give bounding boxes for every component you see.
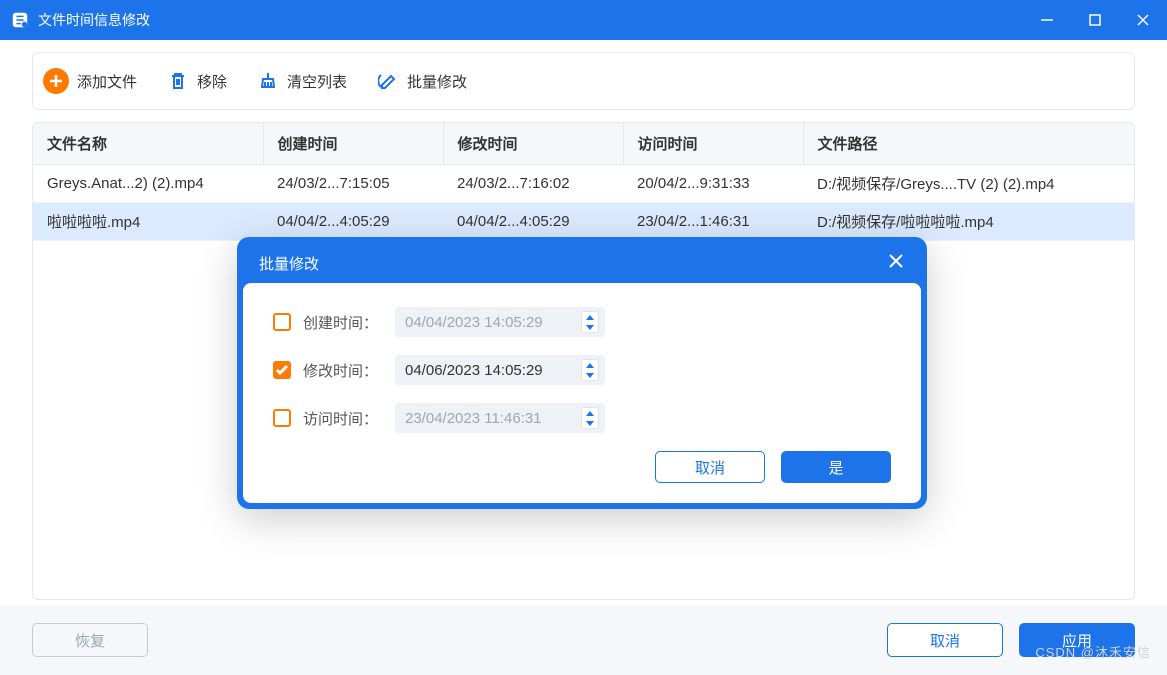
- table-row[interactable]: Greys.Anat...2) (2).mp4 24/03/2...7:15:0…: [33, 165, 1134, 203]
- ctime-input[interactable]: 04/04/2023 14:05:29: [395, 307, 605, 337]
- mtime-input[interactable]: 04/06/2023 14:05:29: [395, 355, 605, 385]
- atime-spinner[interactable]: [581, 407, 599, 429]
- close-button[interactable]: [1119, 0, 1167, 40]
- clear-list-button[interactable]: 清空列表: [257, 70, 347, 92]
- dialog-close-button[interactable]: [887, 252, 905, 274]
- dialog-ok-button[interactable]: 是: [781, 451, 891, 483]
- table-row[interactable]: 啦啦啦啦.mp4 04/04/2...4:05:29 04/04/2...4:0…: [33, 203, 1134, 241]
- header-mtime[interactable]: 修改时间: [443, 123, 623, 165]
- watermark-text: CSDN @沐禾安信: [1035, 642, 1151, 661]
- cell-name: 啦啦啦啦.mp4: [33, 203, 263, 241]
- cell-path: D:/视频保存/Greys....TV (2) (2).mp4: [803, 165, 1134, 203]
- trash-icon: [167, 70, 189, 92]
- dialog-cancel-button[interactable]: 取消: [655, 451, 765, 483]
- minimize-button[interactable]: [1023, 0, 1071, 40]
- plus-icon: [43, 68, 69, 94]
- remove-button[interactable]: 移除: [167, 70, 227, 92]
- header-atime[interactable]: 访问时间: [623, 123, 803, 165]
- toolbar: 添加文件 移除 清空列表 批量修改: [32, 52, 1135, 110]
- cell-ctime: 24/03/2...7:15:05: [263, 165, 443, 203]
- title-bar: 文件时间信息修改: [0, 0, 1167, 40]
- broom-icon: [257, 70, 279, 92]
- mtime-label: 修改时间：: [303, 360, 383, 381]
- ctime-checkbox[interactable]: [273, 313, 291, 331]
- atime-value: 23/04/2023 11:46:31: [405, 410, 575, 427]
- batch-edit-button[interactable]: 批量修改: [377, 70, 467, 92]
- add-file-label: 添加文件: [77, 71, 137, 92]
- remove-label: 移除: [197, 71, 227, 92]
- cancel-button[interactable]: 取消: [887, 623, 1003, 657]
- atime-label: 访问时间：: [303, 408, 383, 429]
- cell-mtime: 04/04/2...4:05:29: [443, 203, 623, 241]
- cell-atime: 20/04/2...9:31:33: [623, 165, 803, 203]
- clear-list-label: 清空列表: [287, 71, 347, 92]
- atime-input[interactable]: 23/04/2023 11:46:31: [395, 403, 605, 433]
- mtime-spinner[interactable]: [581, 359, 599, 381]
- ctime-spinner[interactable]: [581, 311, 599, 333]
- header-filename[interactable]: 文件名称: [33, 123, 263, 165]
- header-path[interactable]: 文件路径: [803, 123, 1134, 165]
- window-title: 文件时间信息修改: [38, 10, 1023, 30]
- cell-atime: 23/04/2...1:46:31: [623, 203, 803, 241]
- dialog-title: 批量修改: [259, 253, 319, 274]
- cell-mtime: 24/03/2...7:16:02: [443, 165, 623, 203]
- add-file-button[interactable]: 添加文件: [43, 68, 137, 94]
- cell-name: Greys.Anat...2) (2).mp4: [33, 165, 263, 203]
- ctime-label: 创建时间：: [303, 312, 383, 333]
- batch-edit-label: 批量修改: [407, 71, 467, 92]
- app-logo-icon: [10, 10, 30, 30]
- batch-edit-dialog: 批量修改 创建时间： 04/04/2023 14:05:29 修改时间： 04/…: [237, 237, 927, 509]
- mtime-checkbox[interactable]: [273, 361, 291, 379]
- mtime-value: 04/06/2023 14:05:29: [405, 362, 575, 379]
- atime-checkbox[interactable]: [273, 409, 291, 427]
- header-ctime[interactable]: 创建时间: [263, 123, 443, 165]
- cell-ctime: 04/04/2...4:05:29: [263, 203, 443, 241]
- ctime-value: 04/04/2023 14:05:29: [405, 314, 575, 331]
- cell-path: D:/视频保存/啦啦啦啦.mp4: [803, 203, 1134, 241]
- footer-bar: 恢复 取消 应用: [0, 605, 1167, 675]
- maximize-button[interactable]: [1071, 0, 1119, 40]
- edit-icon: [377, 70, 399, 92]
- restore-button[interactable]: 恢复: [32, 623, 148, 657]
